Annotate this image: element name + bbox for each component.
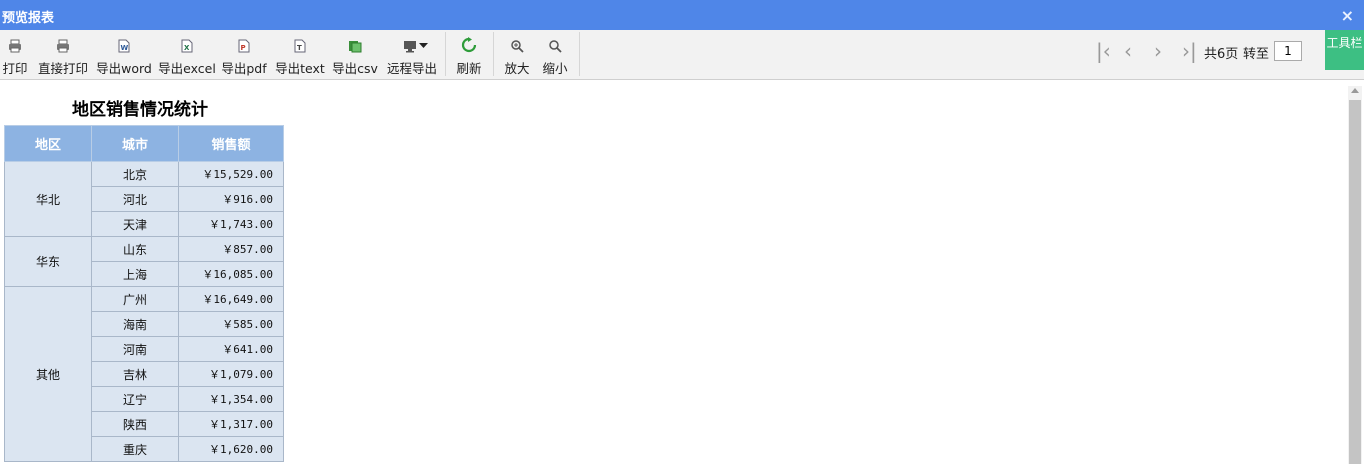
export-pdf-label: 导出pdf bbox=[221, 61, 267, 76]
export-pdf-button[interactable]: P 导出pdf bbox=[220, 30, 268, 78]
toolbar-toggle-button[interactable]: 工具栏 bbox=[1325, 30, 1364, 70]
svg-text:X: X bbox=[184, 44, 190, 52]
report-title: 地区销售情况统计 bbox=[72, 100, 208, 120]
amount-cell: ￥1,354.00 bbox=[178, 386, 284, 412]
report-table: 地区 城市 销售额 华北 北京 ￥15,529.00 河北 ￥916.00 天津 ￥1,74… bbox=[4, 125, 284, 462]
window-titlebar: 预览报表 × bbox=[0, 0, 1364, 30]
svg-text:P: P bbox=[241, 44, 246, 52]
window-title: 预览报表 bbox=[2, 11, 55, 26]
svg-text:W: W bbox=[121, 44, 129, 52]
remote-export-button[interactable]: 远程导出 bbox=[386, 30, 438, 78]
amount-cell: ￥1,317.00 bbox=[178, 411, 284, 437]
word-icon: W bbox=[96, 30, 152, 54]
export-excel-label: 导出excel bbox=[158, 61, 216, 76]
zoom-out-icon bbox=[541, 30, 569, 54]
next-page-icon[interactable]: › bbox=[1154, 40, 1162, 62]
excel-icon: X bbox=[158, 30, 216, 54]
toolbar-divider bbox=[579, 32, 580, 76]
zoom-in-icon bbox=[503, 30, 531, 54]
zoom-out-button[interactable]: 缩小 bbox=[541, 30, 569, 78]
refresh-icon bbox=[454, 30, 484, 54]
table-header-row: 地区 城市 销售额 bbox=[4, 125, 284, 162]
column-header: 地区 bbox=[4, 125, 92, 162]
city-cell: 天津 bbox=[91, 211, 179, 237]
amount-cell: ￥1,079.00 bbox=[178, 361, 284, 387]
csv-icon bbox=[332, 30, 378, 54]
scrollbar-thumb[interactable] bbox=[1349, 100, 1361, 464]
city-cell: 重庆 bbox=[91, 436, 179, 462]
page-number-input[interactable] bbox=[1274, 41, 1302, 61]
city-cell: 吉林 bbox=[91, 361, 179, 387]
text-icon: T bbox=[274, 30, 326, 54]
amount-cell: ￥1,743.00 bbox=[178, 211, 284, 237]
refresh-button[interactable]: 刷新 bbox=[454, 30, 484, 78]
amount-cell: ￥857.00 bbox=[178, 236, 284, 262]
amount-cell: ￥16,649.00 bbox=[178, 286, 284, 312]
amount-cell: ￥641.00 bbox=[178, 336, 284, 362]
city-cell: 广州 bbox=[91, 286, 179, 312]
print-label: 打印 bbox=[2, 61, 28, 76]
export-word-label: 导出word bbox=[96, 61, 152, 76]
monitor-icon bbox=[386, 30, 438, 54]
toolbar: 打印 直接打印 W 导出word X 导出excel P 导出pdf T 导出t… bbox=[0, 30, 1364, 80]
toolbar-divider bbox=[445, 32, 446, 76]
zoom-in-button[interactable]: 放大 bbox=[503, 30, 531, 78]
region-cell: 其他 bbox=[4, 286, 92, 462]
export-text-label: 导出text bbox=[275, 61, 325, 76]
goto-label: 转至 bbox=[1243, 47, 1270, 62]
zoom-out-label: 缩小 bbox=[542, 61, 568, 76]
region-cell: 华东 bbox=[4, 236, 92, 287]
zoom-in-label: 放大 bbox=[504, 61, 530, 76]
amount-cell: ￥585.00 bbox=[178, 311, 284, 337]
refresh-label: 刷新 bbox=[456, 61, 482, 76]
table-row: 其他 广州 ￥16,649.00 bbox=[4, 286, 284, 462]
column-header: 城市 bbox=[91, 125, 179, 162]
svg-text:T: T bbox=[297, 44, 302, 52]
table-body: 华北 北京 ￥15,529.00 河北 ￥916.00 天津 ￥1,743.00 华东 山东 ￥8… bbox=[4, 161, 284, 462]
first-page-icon[interactable]: |‹ bbox=[1096, 40, 1111, 62]
city-cell: 上海 bbox=[91, 261, 179, 287]
region-cell: 华北 bbox=[4, 161, 92, 237]
remote-export-label: 远程导出 bbox=[386, 61, 437, 76]
amount-cell: ￥15,529.00 bbox=[178, 161, 284, 187]
prev-page-icon[interactable]: ‹ bbox=[1124, 40, 1132, 62]
amount-cell: ￥16,085.00 bbox=[178, 261, 284, 287]
direct-print-label: 直接打印 bbox=[38, 61, 89, 76]
city-cell: 海南 bbox=[91, 311, 179, 337]
scroll-up-icon[interactable] bbox=[1351, 88, 1359, 93]
pager: |‹ ‹ › ›| 共6页 转至 bbox=[1096, 40, 1306, 64]
export-text-button[interactable]: T 导出text bbox=[274, 30, 326, 78]
print-button[interactable]: 打印 bbox=[2, 30, 28, 78]
city-cell: 河北 bbox=[91, 186, 179, 212]
city-cell: 陕西 bbox=[91, 411, 179, 437]
export-csv-label: 导出csv bbox=[332, 61, 378, 76]
toolbar-divider bbox=[493, 32, 494, 76]
pdf-icon: P bbox=[220, 30, 268, 54]
close-icon[interactable]: × bbox=[1341, 6, 1354, 25]
column-header: 销售额 bbox=[178, 125, 284, 162]
city-cell: 山东 bbox=[91, 236, 179, 262]
city-cell: 辽宁 bbox=[91, 386, 179, 412]
last-page-icon[interactable]: ›| bbox=[1182, 40, 1197, 62]
printer-icon bbox=[38, 30, 88, 54]
total-pages-text: 共6页 bbox=[1204, 47, 1239, 62]
amount-cell: ￥916.00 bbox=[178, 186, 284, 212]
table-row: 华北 北京 ￥15,529.00 bbox=[4, 161, 284, 237]
city-cell: 北京 bbox=[91, 161, 179, 187]
export-word-button[interactable]: W 导出word bbox=[96, 30, 152, 78]
export-excel-button[interactable]: X 导出excel bbox=[158, 30, 216, 78]
export-csv-button[interactable]: 导出csv bbox=[332, 30, 378, 78]
vertical-scrollbar[interactable] bbox=[1348, 86, 1362, 464]
direct-print-button[interactable]: 直接打印 bbox=[38, 30, 88, 78]
amount-cell: ￥1,620.00 bbox=[178, 436, 284, 462]
city-cell: 河南 bbox=[91, 336, 179, 362]
printer-icon bbox=[2, 30, 28, 54]
table-row: 华东 山东 ￥857.00 bbox=[4, 236, 284, 287]
